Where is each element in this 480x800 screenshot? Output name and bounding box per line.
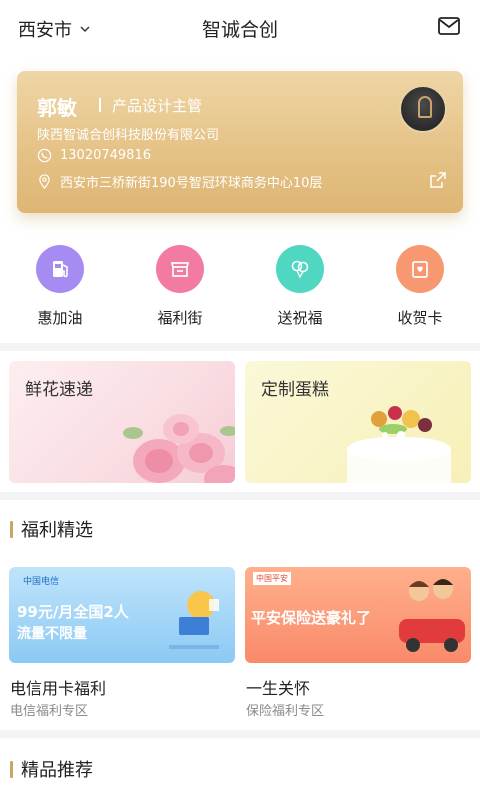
card-icon [396, 245, 444, 293]
welfare-card-insurance[interactable]: 中国平安 平安保险送豪礼了 [245, 567, 471, 663]
card-phone-row: 13020749816 [37, 148, 151, 163]
logo-mark [418, 96, 432, 118]
section-title-text: 精品推荐 [21, 760, 93, 781]
telecom-banner-line2: 流量不限量 [17, 626, 87, 642]
location-pin-icon [39, 174, 50, 189]
section-divider [0, 730, 480, 738]
card-address-row: 西安市三桥新街190号智冠环球商务中心10层 [37, 172, 322, 191]
welfare-item-title[interactable]: 电信用卡福利 [10, 675, 106, 699]
top-bar: 西安市 智诚合创 [0, 0, 480, 56]
section-divider [0, 492, 480, 500]
section-accent-bar [10, 760, 13, 778]
section-title-recommend: 精品推荐 [10, 756, 93, 782]
shop-icon [156, 245, 204, 293]
cake-illustration [347, 406, 451, 483]
promo-flowers[interactable]: 鲜花速递 [9, 361, 235, 483]
insurance-brand: 中国平安 [253, 572, 291, 585]
section-divider [0, 343, 480, 351]
quick-item-greeting-card[interactable]: 收贺卡 [370, 245, 470, 328]
gas-pump-icon [36, 245, 84, 293]
telecom-brand: 中国电信 [23, 577, 60, 587]
welfare-card-telecom[interactable]: 中国电信 99元/月全国2人 流量不限量 [9, 567, 235, 663]
page-title: 智诚合创 [201, 19, 278, 41]
promo-cake[interactable]: 定制蛋糕 [245, 361, 471, 483]
welfare-item-title[interactable]: 一生关怀 [246, 675, 310, 699]
card-company: 陕西智诚合创科技股份有限公司 [37, 128, 220, 143]
insurance-banner-text: 平安保险送豪礼了 [251, 609, 372, 627]
card-address: 西安市三桥新街190号智冠环球商务中心10层 [60, 176, 323, 191]
welfare-item-subtitle: 保险福利专区 [246, 704, 325, 719]
flowers-illustration [123, 414, 235, 483]
welfare-item-subtitle: 电信福利专区 [10, 704, 89, 719]
mail-icon[interactable] [438, 17, 460, 35]
quick-item-gas[interactable]: 惠加油 [10, 245, 110, 328]
card-name: 郭敏 [37, 96, 77, 120]
share-icon[interactable] [429, 171, 447, 189]
car-couple-illustration [399, 579, 465, 652]
name-separator [99, 98, 101, 112]
quick-label: 惠加油 [37, 309, 83, 327]
telecom-illustration [169, 591, 219, 649]
balloon-icon [276, 245, 324, 293]
section-title-welfare: 福利精选 [10, 516, 93, 542]
section-title-text: 福利精选 [21, 520, 93, 541]
quick-label: 福利街 [157, 309, 203, 327]
card-role: 产品设计主管 [112, 97, 203, 115]
business-card[interactable]: 郭敏 产品设计主管 陕西智诚合创科技股份有限公司 13020749816 西安市… [17, 71, 463, 213]
telecom-banner-line1: 99元/月全国2人 [17, 603, 129, 621]
quick-item-welfare-street[interactable]: 福利街 [130, 245, 230, 328]
section-accent-bar [10, 520, 13, 538]
company-logo-avatar [399, 85, 447, 133]
quick-label: 收贺卡 [397, 309, 443, 327]
quick-label: 送祝福 [277, 309, 323, 327]
promo-title: 定制蛋糕 [261, 380, 329, 400]
quick-actions: 惠加油 福利街 送祝福 收贺卡 [0, 245, 480, 335]
card-phone: 13020749816 [60, 148, 151, 163]
quick-item-blessing[interactable]: 送祝福 [250, 245, 350, 328]
phone-icon [37, 148, 52, 163]
promo-title: 鲜花速递 [25, 380, 93, 400]
